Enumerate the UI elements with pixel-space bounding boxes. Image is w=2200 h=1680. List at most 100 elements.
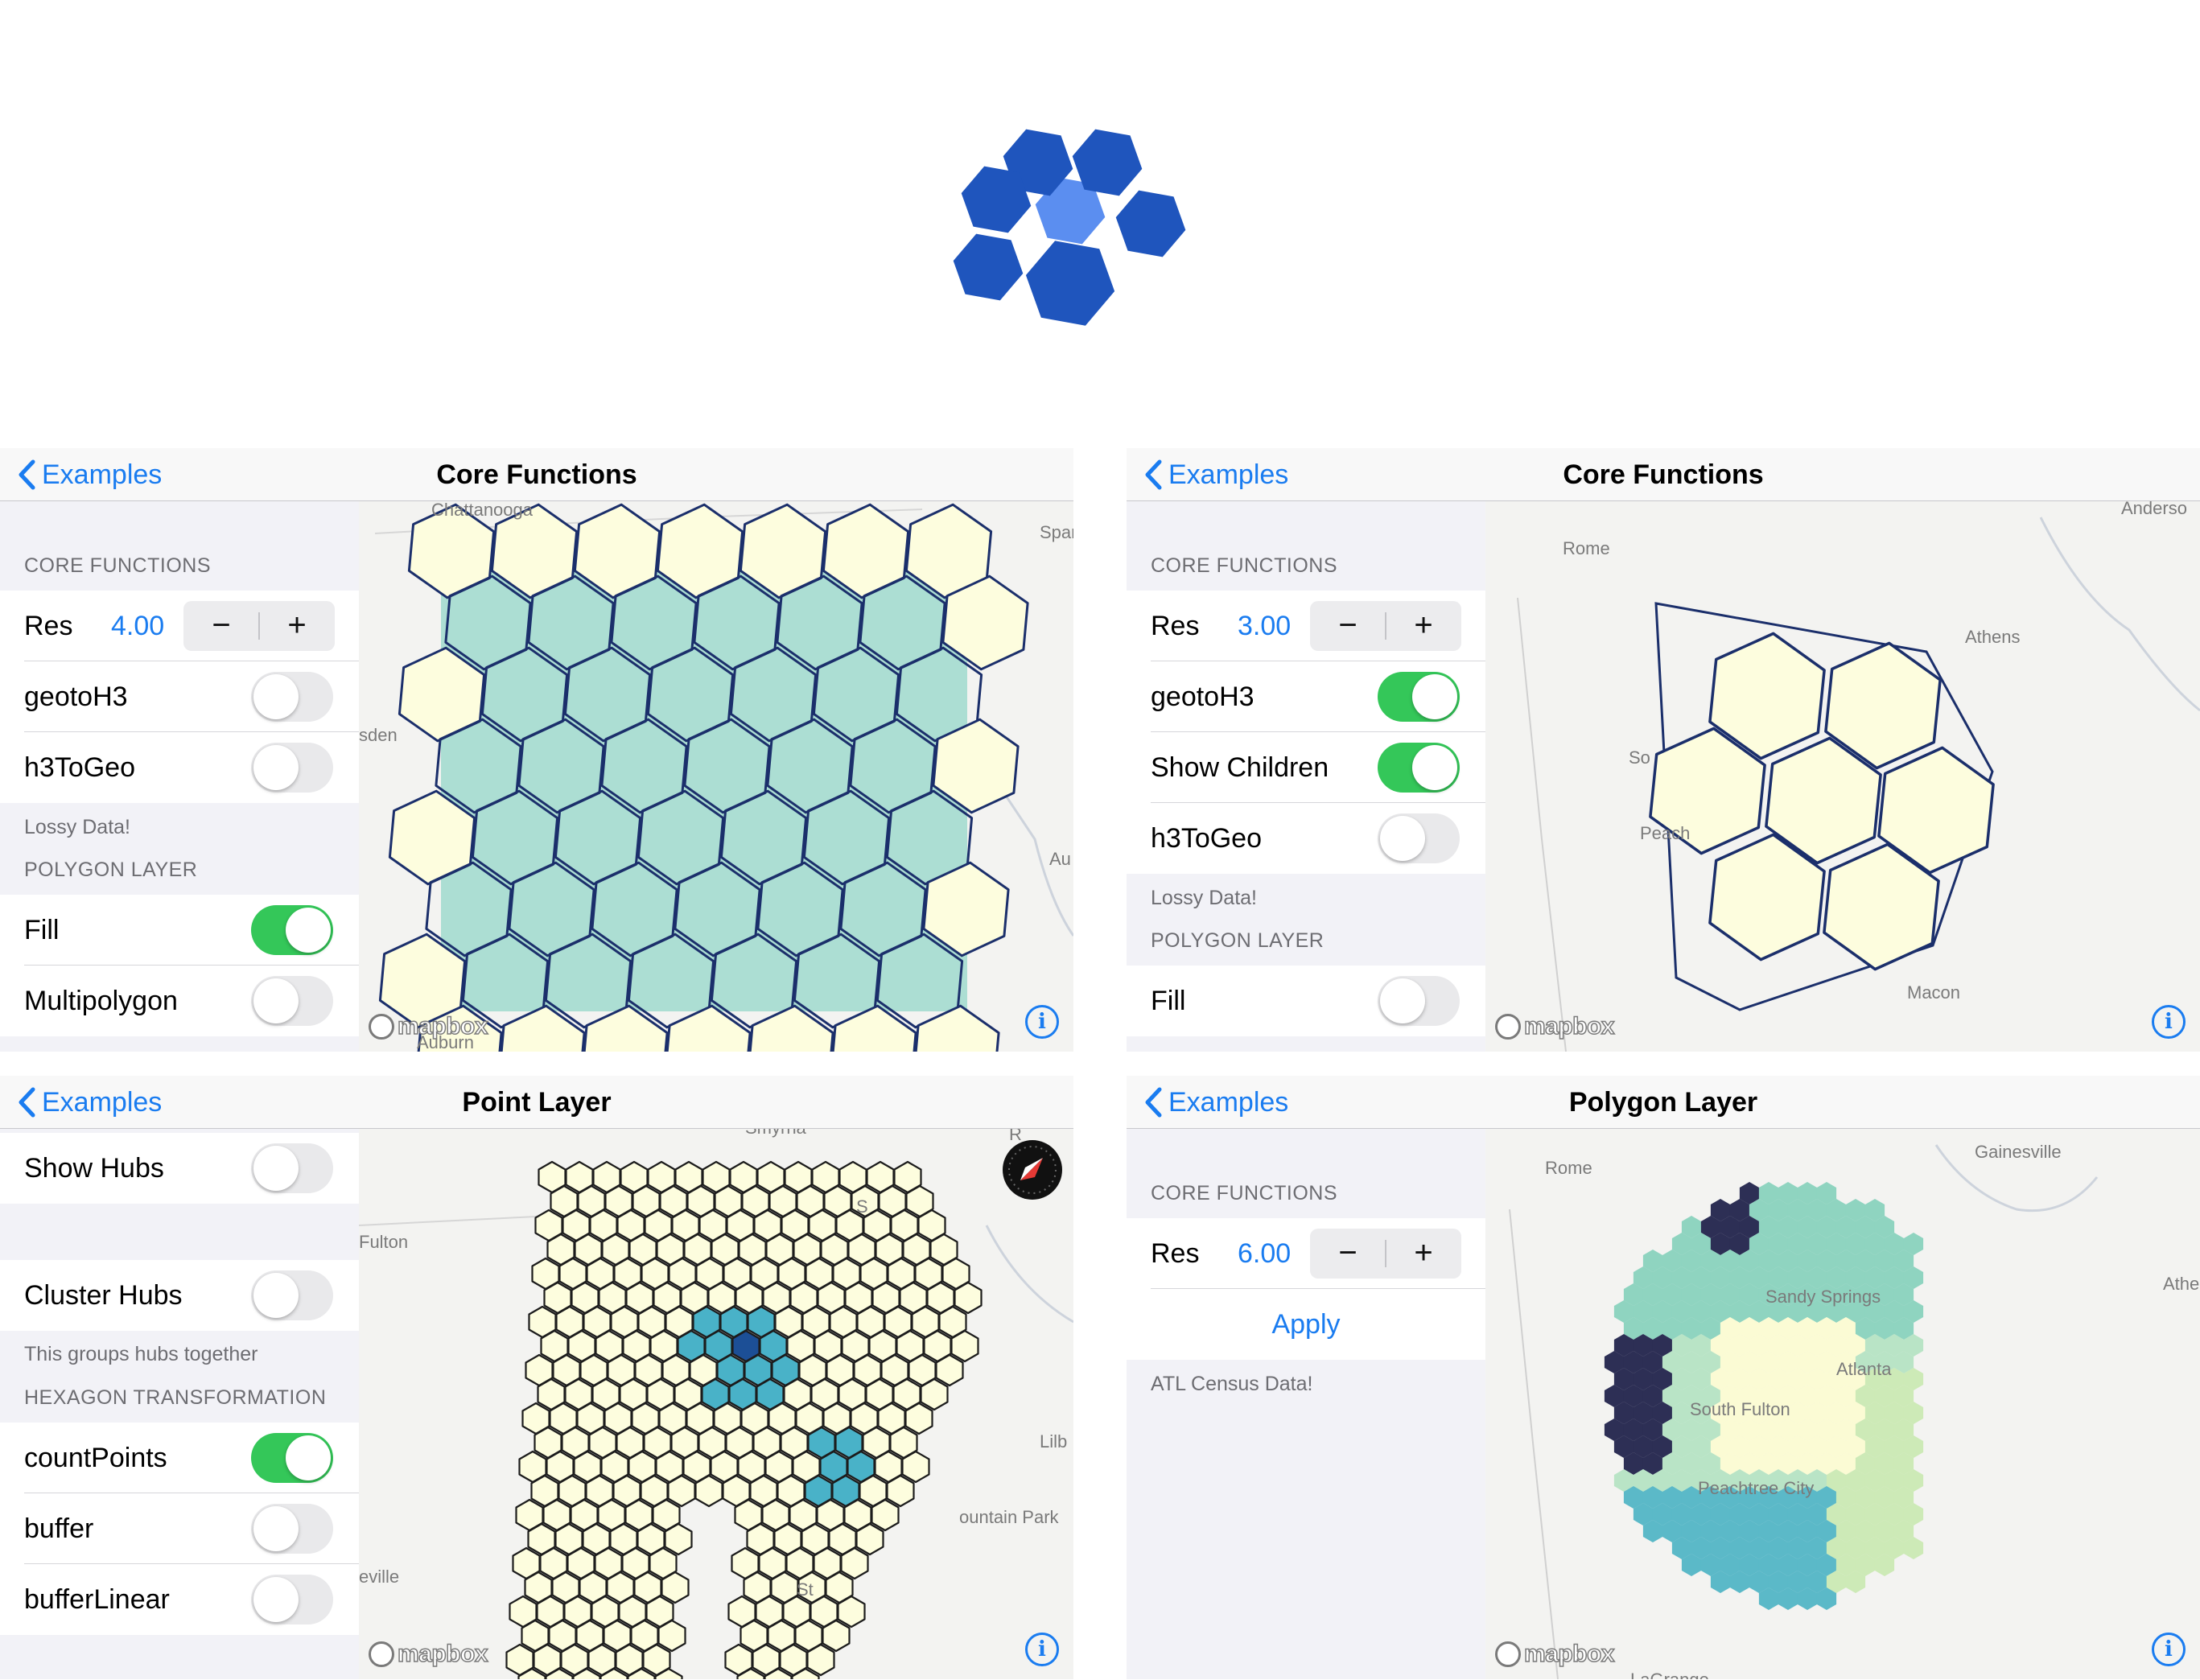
info-icon[interactable]: i — [2152, 1005, 2186, 1039]
place-label: Smyrna — [745, 1129, 806, 1139]
settings-sidebar: Show Hubs Cluster Hubs This groups hubs … — [0, 1129, 359, 1679]
geotoh3-label: geotoH3 — [24, 681, 128, 712]
place-label: Peach — [1640, 823, 1691, 843]
mapbox-logo: mapbox — [1495, 1640, 1615, 1668]
logo-hexagon — [953, 233, 1024, 301]
info-icon[interactable]: i — [1025, 1633, 1059, 1666]
decrement-button[interactable]: − — [1310, 601, 1386, 651]
increment-button[interactable]: + — [259, 601, 335, 651]
h3togeo-row: h3ToGeo — [0, 732, 359, 803]
res-stepper[interactable]: − + — [1310, 1229, 1461, 1279]
countpoints-row: countPoints — [0, 1423, 359, 1493]
map-view[interactable]: Chattanooga Spar sden Au Auburn mapbox i — [359, 501, 1073, 1052]
navigation-bar: Core Functions Examples — [1127, 448, 2200, 501]
info-icon[interactable]: i — [2152, 1633, 2186, 1666]
increment-button[interactable]: + — [1386, 1229, 1461, 1279]
toggle-knob — [1412, 745, 1457, 790]
toggle-knob — [253, 1273, 299, 1318]
place-label: Athens — [1965, 627, 2021, 647]
toggle-knob — [253, 674, 299, 719]
res-row: Res 6.00 − + — [1127, 1218, 1485, 1289]
buffer-row: buffer — [0, 1493, 359, 1564]
hexagon-cell — [914, 1004, 1000, 1052]
chevron-left-icon — [19, 459, 35, 490]
fill-label: Fill — [1151, 986, 1186, 1016]
apply-button[interactable]: Apply — [1127, 1289, 1485, 1360]
mapbox-wordmark: mapbox — [1523, 1640, 1615, 1668]
hexagon-cell — [855, 1522, 884, 1556]
place-label: Atlanta — [1836, 1359, 1892, 1379]
section-header-polygon: POLYGON LAYER — [24, 859, 198, 881]
show-children-label: Show Children — [1151, 752, 1329, 783]
settings-sidebar: CORE FUNCTIONS Res 6.00 − + Apply ATL Ce… — [1127, 1129, 1485, 1679]
res-stepper[interactable]: − + — [183, 601, 335, 651]
res-row: Res 4.00 − + — [0, 591, 359, 661]
navigation-bar: Point Layer Examples — [0, 1076, 1073, 1129]
back-button[interactable]: Examples — [1143, 1082, 1288, 1122]
navigation-bar: Polygon Layer Examples — [1127, 1076, 2200, 1129]
res-stepper[interactable]: − + — [1310, 601, 1461, 651]
bufferlinear-toggle[interactable] — [251, 1575, 333, 1624]
countpoints-toggle[interactable] — [251, 1433, 333, 1483]
show-hubs-toggle[interactable] — [251, 1143, 333, 1193]
show-children-toggle[interactable] — [1378, 743, 1460, 793]
geotoh3-toggle[interactable] — [1378, 672, 1460, 722]
res-value: 6.00 — [1238, 1238, 1292, 1269]
geotoh3-row: geotoH3 — [0, 661, 359, 732]
hexagon-cell — [806, 1643, 835, 1677]
mapbox-wordmark: mapbox — [397, 1012, 488, 1040]
map-view[interactable]: Anderso Rome Athens So Peach Macon mapbo… — [1485, 501, 2200, 1052]
fill-toggle[interactable] — [1378, 976, 1460, 1026]
hexagon-cell — [665, 1004, 752, 1052]
h3togeo-toggle[interactable] — [1378, 813, 1460, 863]
mapbox-logo: mapbox — [1495, 1012, 1615, 1040]
place-label: Chattanooga — [431, 501, 533, 520]
hexagon-cell — [904, 1402, 933, 1435]
h3togeo-toggle[interactable] — [251, 743, 333, 793]
fill-toggle[interactable] — [251, 905, 333, 955]
res-value: 3.00 — [1238, 611, 1292, 641]
mapbox-wordmark: mapbox — [397, 1640, 488, 1668]
show-children-row: Show Children — [1127, 732, 1485, 803]
toggle-knob — [1380, 978, 1425, 1023]
chevron-left-icon — [1145, 1087, 1162, 1118]
back-button[interactable]: Examples — [1143, 455, 1288, 495]
back-button[interactable]: Examples — [16, 1082, 162, 1122]
res-label: Res — [1151, 611, 1200, 641]
increment-button[interactable]: + — [1386, 601, 1461, 651]
multipolygon-label: Multipolygon — [24, 986, 178, 1016]
geotoh3-toggle[interactable] — [251, 672, 333, 722]
hexagon-cell — [920, 1377, 949, 1411]
hexagon-cell — [837, 1595, 866, 1629]
fill-row: Fill — [0, 895, 359, 966]
cluster-hubs-toggle[interactable] — [251, 1270, 333, 1320]
info-icon[interactable]: i — [1025, 1005, 1059, 1039]
place-label: Spar — [1040, 522, 1073, 542]
map-canvas — [374, 503, 1073, 1052]
res-row: Res 3.00 − + — [1127, 591, 1485, 661]
section-header-polygon: POLYGON LAYER — [1151, 929, 1325, 952]
hexagon-cell — [886, 1474, 915, 1508]
multipolygon-toggle[interactable] — [251, 976, 333, 1026]
settings-sidebar: CORE FUNCTIONS Res 3.00 − + geotoH3 Show… — [1127, 501, 1485, 1052]
map-canvas — [1509, 1144, 2099, 1679]
back-button[interactable]: Examples — [16, 455, 162, 495]
back-label: Examples — [42, 459, 163, 490]
compass-icon[interactable] — [1003, 1140, 1062, 1200]
decrement-button[interactable]: − — [1310, 1229, 1386, 1279]
settings-sidebar: CORE FUNCTIONS Res 4.00 − + geotoH3 h3To… — [0, 501, 359, 1052]
hexagon-cell — [954, 1281, 983, 1315]
hexagon-cell — [822, 1619, 851, 1653]
logo-hexagon — [1115, 190, 1186, 257]
map-view[interactable]: Rome Gainesville Athen Sandy Springs Atl… — [1485, 1129, 2200, 1679]
section-header-core: CORE FUNCTIONS — [1151, 1182, 1337, 1204]
mapbox-mark-icon — [369, 1641, 394, 1667]
place-label: So — [1629, 747, 1650, 768]
decrement-button[interactable]: − — [183, 601, 259, 651]
hexagon-cell — [935, 1353, 964, 1387]
toggle-knob — [253, 1146, 299, 1191]
section-footer: ATL Census Data! — [1151, 1373, 1313, 1395]
buffer-toggle[interactable] — [251, 1504, 333, 1554]
place-label: sden — [359, 725, 398, 745]
map-view[interactable]: Smyrna Fulton Lilb ountain Park eville S… — [359, 1129, 1073, 1679]
